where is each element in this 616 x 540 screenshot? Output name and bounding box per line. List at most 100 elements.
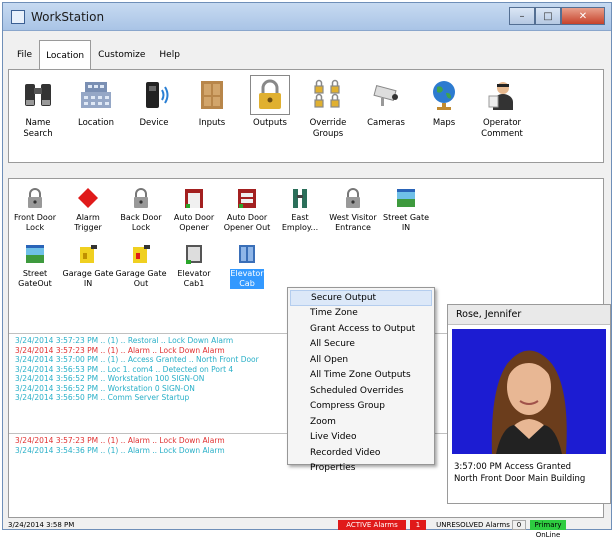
app-icon [11, 9, 25, 24]
device-label: Back Door Lock [120, 213, 162, 232]
log-entry: 3/24/2014 3:57:23 PM .. (1) .. Alarm .. … [15, 345, 225, 355]
ribbon-cameras[interactable]: Cameras [357, 78, 415, 162]
globe-icon [433, 81, 455, 110]
ribbon-device[interactable]: Device [125, 78, 183, 162]
tab-location[interactable]: Location [39, 40, 92, 70]
door-icon [201, 81, 223, 109]
ribbon-label: Cameras [367, 118, 405, 128]
menu-item-grant-access[interactable]: Grant Access to Output [290, 321, 432, 337]
menu-item-live-video[interactable]: Live Video [290, 430, 432, 446]
close-button[interactable]: ✕ [561, 7, 605, 25]
device-label: Street Gate IN [382, 213, 429, 232]
status-datetime: 3/24/2014 3:58 PM [8, 521, 75, 529]
alarm-log[interactable]: 3/24/2014 3:57:23 PM .. (1) .. Alarm .. … [15, 436, 325, 455]
menu-item-all-secure[interactable]: All Secure [290, 337, 432, 353]
gate-icon [26, 245, 44, 263]
menu-item-recorded-video[interactable]: Recorded Video [290, 445, 432, 461]
access-event: 3:57:00 PM Access Granted North Front Do… [454, 461, 585, 485]
ribbon-label: Inputs [198, 118, 226, 128]
log-entry: 3/24/2014 3:57:23 PM .. (1) .. Restoral … [15, 336, 234, 345]
ribbon-label: Name Search [23, 118, 53, 139]
menu-item-zoom[interactable]: Zoom [290, 414, 432, 430]
window-title: WorkStation [31, 9, 105, 24]
device-label: Auto Door Opener Out [223, 213, 271, 232]
ribbon-name-search[interactable]: Name Search [9, 78, 67, 162]
log-entry: 3/24/2014 3:54:36 PM .. (1) .. Alarm .. … [15, 445, 225, 455]
auto-door-icon [238, 189, 256, 208]
elevator-icon [239, 245, 255, 263]
ribbon-toolbar: Name Search Location Device Inputs Outpu… [8, 69, 604, 163]
auto-door-icon [185, 189, 203, 208]
log-entry: 3/24/2014 3:57:23 PM .. (1) .. Alarm .. … [15, 436, 225, 445]
device-front-door-lock[interactable]: Front Door Lock [9, 187, 61, 243]
menu-item-properties[interactable]: Properties [290, 461, 432, 477]
device-elevator-cab1[interactable]: Elevator Cab1 [168, 243, 220, 299]
lock-icon [134, 188, 148, 208]
ribbon-label: Override Groups [309, 118, 347, 139]
ribbon-label: Location [78, 118, 114, 128]
access-event-location: North Front Door Main Building [454, 474, 586, 484]
ribbon-label: Outputs [253, 118, 287, 128]
context-menu: Secure Output Time Zone Grant Access to … [287, 287, 435, 473]
ribbon-override-groups[interactable]: Override Groups [299, 78, 357, 162]
garage-gate-icon [80, 245, 97, 263]
device-label: Auto Door Opener [173, 213, 215, 232]
event-log[interactable]: 3/24/2014 3:57:23 PM .. (1) .. Restoral … [15, 336, 325, 403]
device-icon [146, 82, 169, 108]
device-label: Street GateOut [18, 269, 52, 288]
minimize-button[interactable]: – [509, 7, 535, 25]
active-alarms-count: 1 [410, 520, 426, 530]
menu-item-secure-output[interactable]: Secure Output [290, 290, 432, 306]
unresolved-alarms-label[interactable]: UNRESOLVED Alarms [434, 521, 512, 529]
device-garage-gate-out[interactable]: Garage Gate Out [115, 243, 167, 299]
ribbon-inputs[interactable]: Inputs [183, 78, 241, 162]
device-label: Front Door Lock [13, 213, 56, 232]
tab-customize[interactable]: Customize [91, 40, 152, 70]
title-bar[interactable]: WorkStation – □ ✕ [3, 3, 611, 31]
ribbon-operator-comment[interactable]: Operator Comment [473, 78, 531, 162]
camera-icon [373, 84, 398, 106]
ribbon-maps[interactable]: Maps [415, 78, 473, 162]
menu-item-scheduled-overrides[interactable]: Scheduled Overrides [290, 383, 432, 399]
log-entry: 3/24/2014 3:56:50 PM .. Comm Server Star… [15, 393, 190, 402]
device-auto-door-opener-out[interactable]: Auto Door Opener Out [221, 187, 273, 243]
device-label: West Visitor Entrance [329, 213, 377, 232]
ribbon-outputs[interactable]: Outputs [241, 75, 299, 162]
device-label: Garage Gate IN [62, 269, 114, 288]
menu-item-time-zone[interactable]: Time Zone [290, 306, 432, 322]
operator-icon [488, 82, 513, 110]
menu-item-all-open[interactable]: All Open [290, 352, 432, 368]
device-street-gate-out[interactable]: Street GateOut [9, 243, 61, 299]
device-label: Elevator Cab1 [177, 269, 211, 288]
active-alarms-badge[interactable]: ACTIVE Alarms [338, 520, 406, 530]
device-alarm-trigger[interactable]: Alarm Trigger [62, 187, 114, 243]
device-label: Garage Gate Out [115, 269, 167, 288]
alarm-diamond-icon [78, 188, 98, 208]
maximize-button[interactable]: □ [535, 7, 561, 25]
menu-item-compress-group[interactable]: Compress Group [290, 399, 432, 415]
device-elevator-cab[interactable]: Elevator Cab [221, 243, 273, 299]
binoculars-icon [25, 84, 51, 106]
cardholder-name: Rose, Jennifer [448, 305, 610, 325]
building-icon [81, 82, 111, 108]
tab-file[interactable]: File [10, 40, 39, 70]
access-event-line: 3:57:00 PM Access Granted [454, 462, 572, 472]
ribbon-location[interactable]: Location [67, 78, 125, 162]
device-grid: Front Door Lock Alarm Trigger Back Door … [9, 187, 479, 299]
lock-icon [28, 188, 42, 208]
tab-help[interactable]: Help [152, 40, 187, 70]
menu-item-all-time-zone-outputs[interactable]: All Time Zone Outputs [290, 368, 432, 384]
device-garage-gate-in[interactable]: Garage Gate IN [62, 243, 114, 299]
device-street-gate-in[interactable]: Street Gate IN [380, 187, 432, 243]
turnstile-icon [293, 189, 307, 208]
ribbon-label: Operator Comment [481, 118, 523, 139]
device-auto-door-opener[interactable]: Auto Door Opener [168, 187, 220, 243]
device-east-employee[interactable]: East Employ... [274, 187, 326, 243]
device-west-visitor-entrance[interactable]: West Visitor Entrance [327, 187, 379, 243]
lock-group-icon [314, 79, 340, 108]
device-back-door-lock[interactable]: Back Door Lock [115, 187, 167, 243]
log-entry: 3/24/2014 3:57:00 PM .. (1) .. Access Gr… [15, 355, 259, 364]
unresolved-alarms-count: 0 [512, 520, 526, 530]
ribbon-label: Maps [432, 118, 456, 128]
elevator-icon [186, 245, 202, 264]
